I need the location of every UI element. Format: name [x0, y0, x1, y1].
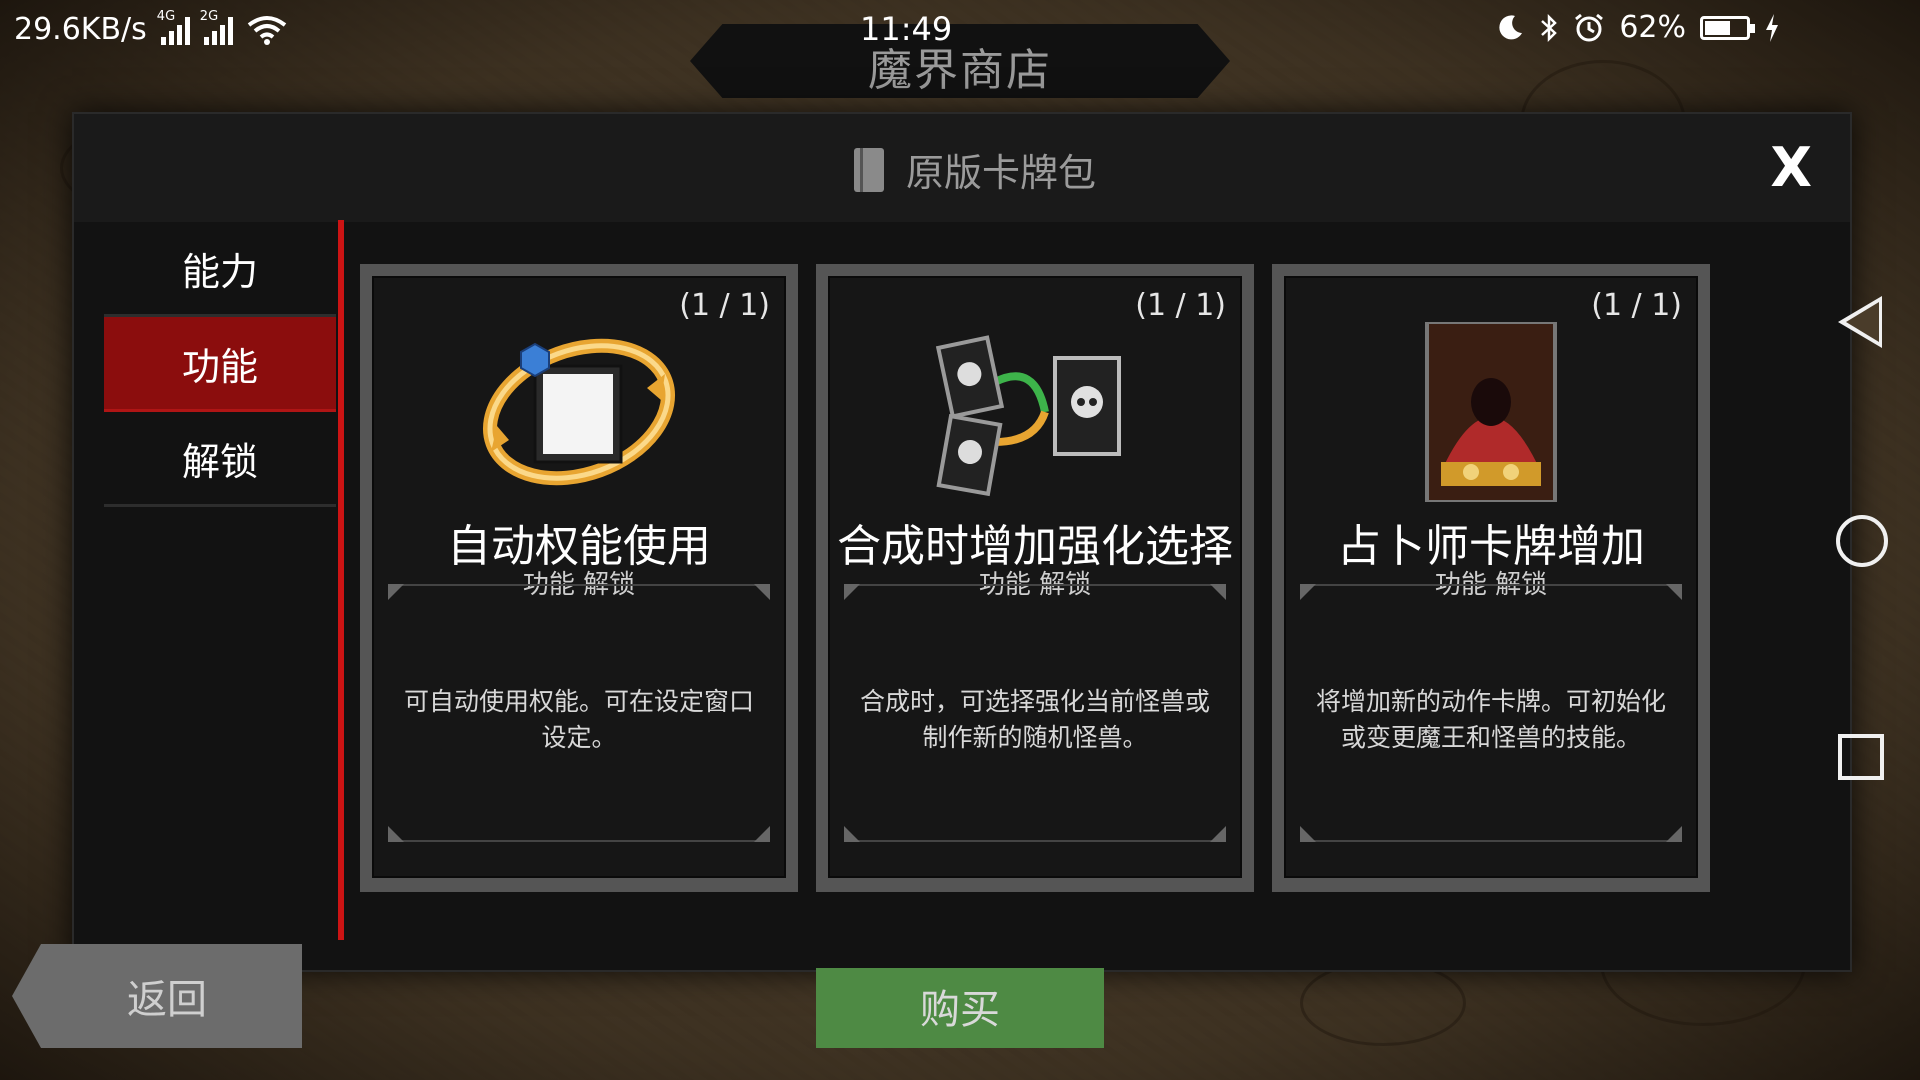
signal-2g-icon: 2G — [200, 9, 233, 45]
card-description-box: 可自动使用权能。可在设定窗口设定。 — [388, 584, 770, 842]
sidebar-divider — [338, 220, 344, 940]
card-description-box: 将增加新的动作卡牌。可初始化或变更魔王和怪兽的技能。 — [1300, 584, 1682, 842]
clock: 11:49 — [860, 10, 953, 48]
close-button[interactable]: X — [1770, 136, 1812, 199]
nav-back-icon[interactable] — [1838, 296, 1882, 348]
system-nav-bar — [1820, 0, 1920, 1080]
modal-title-group: 原版卡牌包 — [854, 142, 1096, 197]
sidebar-item-ability[interactable]: 能力 — [104, 222, 336, 317]
signal-2g-label: 2G — [199, 8, 219, 24]
card-pack-modal: 原版卡牌包 X 能力 功能 解锁 (1 / 1) 自动权能使用 功能 解锁 可自… — [72, 112, 1852, 972]
card-merge-choice[interactable]: (1 / 1) 合成时增加强化选择 功能 解锁 合成时，可选择强化当前怪兽或制作… — [816, 264, 1254, 892]
nav-recent-apps-icon[interactable] — [1838, 734, 1884, 780]
net-speed: 29.6KB/s — [14, 12, 147, 47]
back-button-label: 返回 — [127, 977, 207, 1023]
card-description: 合成时，可选择强化当前怪兽或制作新的随机怪兽。 — [859, 687, 1210, 752]
card-fortune-teller[interactable]: (1 / 1) 占卜师卡牌增加 功能 解锁 将增加新的动作卡牌。可初始化或变更魔… — [1272, 264, 1710, 892]
sidebar-item-function[interactable]: 功能 — [104, 317, 336, 412]
wifi-icon — [247, 15, 287, 45]
back-button[interactable]: 返回 — [12, 944, 302, 1048]
card-body: (1 / 1) 合成时增加强化选择 功能 解锁 合成时，可选择强化当前怪兽或制作… — [828, 276, 1242, 878]
signal-4g-label: 4G — [156, 8, 176, 24]
card-count: (1 / 1) — [679, 288, 770, 323]
card-description-box: 合成时，可选择强化当前怪兽或制作新的随机怪兽。 — [844, 584, 1226, 842]
card-count: (1 / 1) — [1135, 288, 1226, 323]
card-description: 可自动使用权能。可在设定窗口设定。 — [403, 687, 754, 752]
buy-button[interactable]: 购买 — [816, 968, 1104, 1048]
buy-button-label: 购买 — [920, 987, 1000, 1033]
battery-fill — [1705, 20, 1730, 35]
card-count: (1 / 1) — [1591, 288, 1682, 323]
auto-cycle-icon — [482, 338, 676, 486]
battery-icon — [1700, 15, 1755, 40]
signal-4g-icon: 4G — [157, 9, 190, 45]
nav-home-icon[interactable] — [1836, 515, 1888, 567]
moon-icon — [1499, 14, 1523, 39]
card-auto-power[interactable]: (1 / 1) 自动权能使用 功能 解锁 可自动使用权能。可在设定窗口设定。 — [360, 264, 798, 892]
card-description: 将增加新的动作卡牌。可初始化或变更魔王和怪兽的技能。 — [1315, 687, 1666, 752]
battery-percent: 62% — [1619, 10, 1686, 45]
card-pack-icon — [854, 147, 884, 192]
card-merge-icon — [935, 335, 1121, 497]
card-body: (1 / 1) 占卜师卡牌增加 功能 解锁 将增加新的动作卡牌。可初始化或变更魔… — [1284, 276, 1698, 878]
status-bar: 29.6KB/s 4G 2G 11:49 62% — [0, 0, 1920, 60]
alarm-icon — [1575, 13, 1604, 41]
modal-title: 原版卡牌包 — [906, 151, 1097, 195]
fortune-teller-portrait — [1425, 322, 1557, 502]
sidebar-item-unlock[interactable]: 解锁 — [104, 412, 336, 507]
charging-icon — [1766, 13, 1778, 42]
card-body: (1 / 1) 自动权能使用 功能 解锁 可自动使用权能。可在设定窗口设定。 — [372, 276, 786, 878]
bluetooth-icon — [1541, 13, 1558, 42]
category-sidebar: 能力 功能 解锁 — [104, 222, 336, 507]
modal-header: 原版卡牌包 X — [74, 114, 1850, 222]
